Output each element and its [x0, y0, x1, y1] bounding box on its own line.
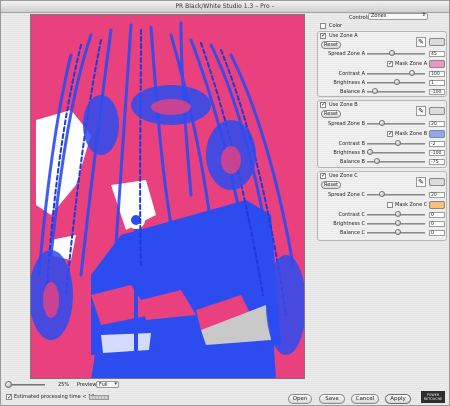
spread-zone-b-label: Spread Zone B — [328, 121, 365, 127]
zoom-percent: 25% — [58, 382, 70, 388]
use-zone-c-checkbox[interactable]: ✓ — [320, 173, 326, 179]
preview-label: Preview — [77, 382, 97, 388]
power-retouche-logo: POWER RETOUCHE — [421, 391, 445, 403]
spread-zone-c-knob[interactable] — [379, 191, 385, 197]
contrast-a-knob[interactable] — [409, 70, 415, 76]
balance-a-label: Balance A — [340, 89, 365, 95]
mask-zone-a-label: Mask Zone A — [395, 61, 428, 67]
balance-a-value[interactable]: -100 — [429, 89, 445, 95]
brightness-b-label: Brightness B — [333, 150, 365, 156]
spread-zone-b-knob[interactable] — [379, 120, 385, 126]
zone-b-eyedropper-icon[interactable]: ✎ — [416, 106, 426, 116]
contrast-b-knob[interactable] — [395, 140, 401, 146]
spread-zone-c-value[interactable]: 20 — [429, 192, 445, 198]
spread-zone-a-value[interactable]: 45 — [429, 51, 445, 57]
window-title: PR Black/White Studio 1.3 – Pro – — [175, 3, 275, 10]
title-bar: PR Black/White Studio 1.3 – Pro – — [1, 1, 449, 13]
zone-b-reset-button[interactable]: Reset — [321, 110, 341, 118]
plugin-window: PR Black/White Studio 1.3 – Pro – Contro… — [0, 0, 450, 406]
contrast-a-label: Contrast A — [338, 71, 365, 77]
balance-b-label: Balance B — [340, 159, 365, 165]
mask-zone-c-checkbox[interactable] — [387, 202, 393, 208]
spread-zone-b-value[interactable]: 20 — [429, 121, 445, 127]
spread-zone-b-track — [367, 123, 425, 125]
contrast-c-knob[interactable] — [395, 211, 401, 217]
balance-a-knob[interactable] — [372, 88, 378, 94]
use-zone-c-label: Use Zone C — [329, 173, 358, 179]
brightness-a-label: Brightness A — [333, 80, 365, 86]
mask-zone-b-checkbox[interactable]: ✓ — [387, 131, 393, 137]
open-button[interactable]: Open — [288, 394, 312, 404]
contrast-a-value[interactable]: 100 — [429, 71, 445, 77]
spread-zone-a-track — [367, 53, 425, 55]
zoom-slider-track — [7, 384, 45, 386]
mask-zone-a-color[interactable] — [429, 60, 445, 68]
brightness-b-track — [367, 152, 425, 154]
zoom-slider-knob[interactable] — [5, 381, 12, 388]
use-zone-b-label: Use Zone B — [329, 102, 358, 108]
controls-label: Controls — [349, 15, 370, 21]
contrast-b-value[interactable]: -2 — [429, 141, 445, 147]
contrast-c-label: Contrast C — [338, 212, 365, 218]
use-zone-a-label: Use Zone A — [329, 33, 358, 39]
save-button[interactable]: Save — [319, 394, 345, 404]
contrast-b-label: Contrast B — [338, 141, 365, 147]
zone-c-color-swatch[interactable] — [429, 178, 445, 186]
apply-button[interactable]: Apply — [385, 394, 411, 404]
balance-c-value[interactable]: 0 — [429, 230, 445, 236]
cancel-button[interactable]: Cancel — [351, 394, 379, 404]
zone-c-eyedropper-icon[interactable]: ✎ — [416, 177, 426, 187]
balance-b-knob[interactable] — [374, 158, 380, 164]
spread-zone-c-label: Spread Zone C — [327, 192, 365, 198]
mask-zone-c-label: Mask Zone C — [395, 202, 428, 208]
color-checkbox[interactable] — [320, 23, 326, 29]
image-preview[interactable] — [30, 14, 305, 379]
zone-a-eyedropper-icon[interactable]: ✎ — [416, 37, 426, 47]
brightness-c-value[interactable]: 0 — [429, 221, 445, 227]
balance-c-knob[interactable] — [395, 229, 401, 235]
use-zone-a-checkbox[interactable]: ✓ — [320, 33, 326, 39]
brightness-b-value[interactable]: -100 — [429, 150, 445, 156]
mask-zone-b-color[interactable] — [429, 130, 445, 138]
balance-b-value[interactable]: -75 — [429, 159, 445, 165]
preview-mode-select[interactable]: Full — [96, 381, 119, 388]
brightness-b-knob[interactable] — [367, 149, 373, 155]
mask-zone-b-label: Mask Zone B — [395, 131, 428, 137]
controls-select[interactable]: Zones — [368, 13, 428, 20]
color-label: Color — [329, 23, 343, 29]
spread-zone-a-label: Spread Zone A — [328, 51, 365, 57]
brightness-a-value[interactable]: 1 — [429, 80, 445, 86]
use-zone-b-checkbox[interactable]: ✓ — [320, 102, 326, 108]
contrast-c-value[interactable]: 0 — [429, 212, 445, 218]
progress-indicator — [89, 395, 109, 400]
mask-zone-a-checkbox[interactable]: ✓ — [387, 61, 393, 67]
zone-a-color-swatch[interactable] — [429, 38, 445, 46]
contrast-a-track — [367, 73, 425, 75]
estimated-time-checkbox[interactable]: ✓ — [6, 394, 12, 401]
preview-canvas — [31, 15, 304, 378]
zone-c-reset-button[interactable]: Reset — [321, 181, 341, 189]
zone-b-color-swatch[interactable] — [429, 107, 445, 115]
brightness-c-label: Brightness C — [333, 221, 365, 227]
brightness-c-knob[interactable] — [395, 220, 401, 226]
spread-zone-c-track — [367, 194, 425, 196]
mask-zone-c-color[interactable] — [429, 201, 445, 209]
spread-zone-a-knob[interactable] — [389, 50, 395, 56]
zone-a-reset-button[interactable]: Reset — [321, 41, 341, 49]
logo-line-2: RETOUCHE — [423, 397, 443, 401]
brightness-a-knob[interactable] — [394, 79, 400, 85]
balance-c-label: Balance C — [339, 230, 365, 236]
